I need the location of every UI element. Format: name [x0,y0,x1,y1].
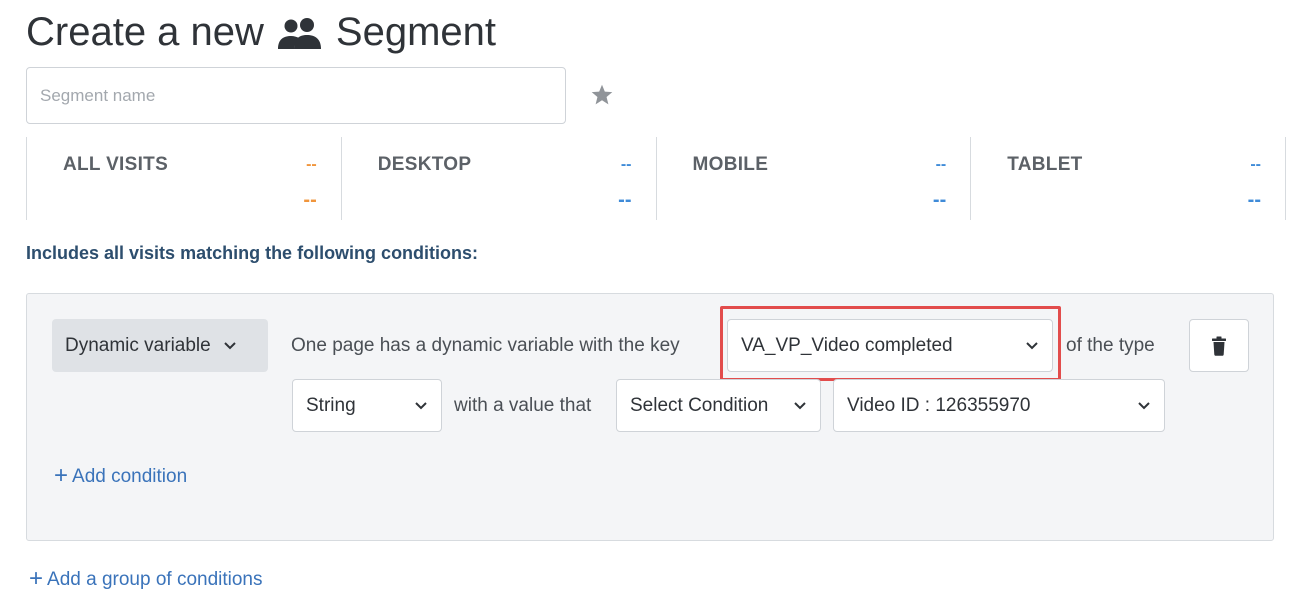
condition-value-text: with a value that [454,395,592,416]
chevron-down-icon [794,401,806,409]
star-icon[interactable] [589,82,615,108]
condition-value-value: Video ID : 126355970 [847,394,1031,416]
trash-icon [1212,336,1226,356]
variable-type-value: String [306,394,356,416]
condition-operator-select[interactable]: Select Condition [616,379,821,432]
people-icon [276,16,324,50]
stat-mobile: MOBILE -- -- [655,137,971,220]
stat-label: ALL VISITS [63,154,169,175]
page-title-prefix: Create a new [26,10,264,54]
stat-all-visits: ALL VISITS -- -- [26,137,341,220]
conditions-heading: Includes all visits matching the followi… [26,243,479,263]
condition-type-label: Dynamic variable [65,334,211,356]
chevron-down-icon [1138,401,1150,409]
stat-big-value: -- [932,189,947,211]
chevron-down-icon [1026,341,1038,349]
stat-small-value: -- [935,156,947,173]
add-group-link[interactable]: + Add a group of conditions [29,564,263,592]
key-select-value: VA_VP_Video completed [741,334,953,356]
stat-small-value: -- [620,156,632,173]
stat-small-value: -- [1250,156,1261,173]
plus-icon: + [29,564,44,592]
stat-label: DESKTOP [377,154,472,175]
condition-value-select[interactable]: Video ID : 126355970 [833,379,1165,432]
stat-big-value: -- [303,189,317,211]
chevron-down-icon [415,401,427,409]
stat-big-value: -- [1247,189,1261,211]
page-title: Create a new Segment [26,10,496,55]
plus-icon: + [54,461,69,489]
visit-stats: ALL VISITS -- -- DESKTOP -- -- MOBILE --… [26,137,1286,220]
condition-operator-value: Select Condition [630,394,769,416]
condition-type-select[interactable]: Dynamic variable [52,319,268,372]
key-select[interactable]: VA_VP_Video completed [727,319,1053,372]
add-group-label: Add a group of conditions [47,569,263,590]
delete-condition-button[interactable] [1189,319,1249,372]
page-title-suffix: Segment [335,10,497,54]
stat-big-value: -- [618,189,632,211]
variable-type-select[interactable]: String [292,379,442,432]
stat-small-value: -- [306,156,317,173]
add-condition-label: Add condition [72,466,188,487]
condition-key-text: One page has a dynamic variable with the… [291,335,680,356]
stat-desktop: DESKTOP -- -- [340,137,656,220]
stat-tablet: TABLET -- -- [970,137,1286,220]
chevron-down-icon [224,341,236,349]
stat-label: TABLET [1007,154,1083,175]
segment-name-input[interactable] [26,67,566,124]
add-condition-link[interactable]: + Add condition [54,461,188,489]
stat-label: MOBILE [692,154,769,175]
condition-type-text: of the type [1066,335,1155,356]
